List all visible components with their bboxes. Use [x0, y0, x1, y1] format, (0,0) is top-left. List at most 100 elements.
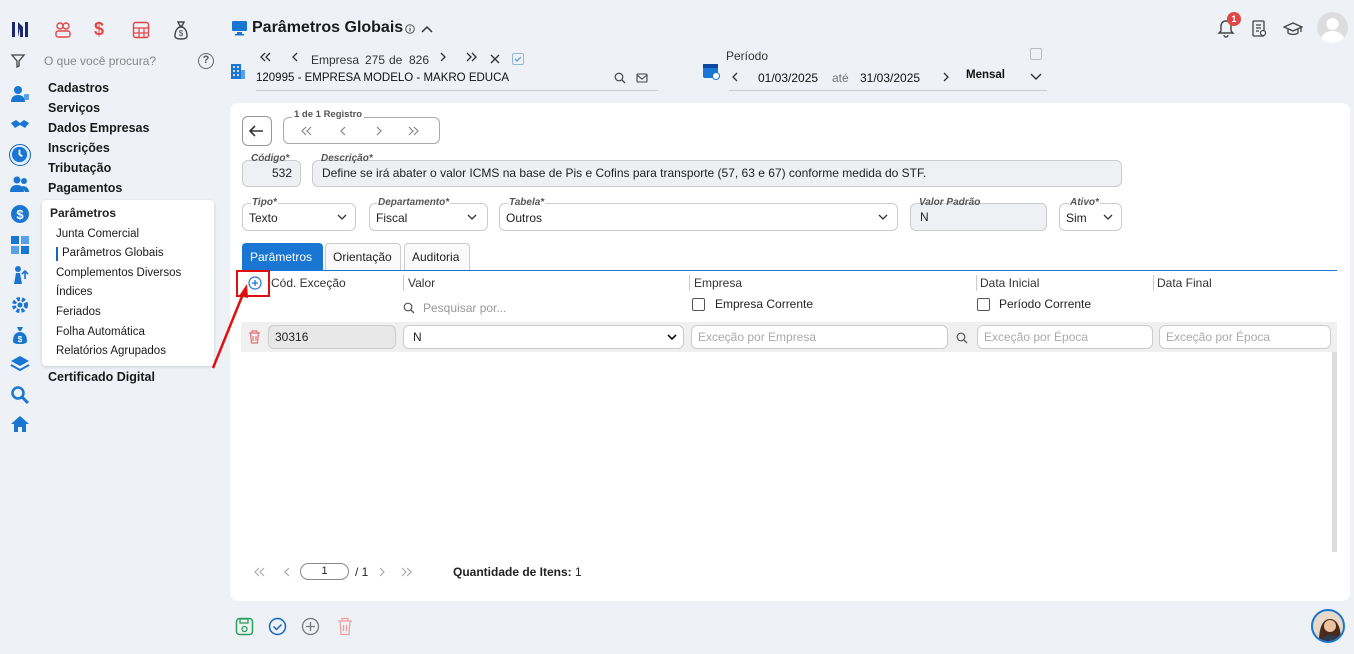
support-avatar[interactable]: [1311, 609, 1345, 643]
save-icon[interactable]: [235, 617, 254, 636]
menu-search-input[interactable]: O que você procura?: [44, 54, 156, 68]
grid-icon[interactable]: [10, 235, 30, 255]
first-record-button[interactable]: [300, 126, 312, 136]
money-bag-icon[interactable]: $: [10, 325, 30, 345]
column-divider: [1153, 275, 1154, 291]
avatar[interactable]: [1317, 12, 1348, 43]
dollar-circle-icon[interactable]: $: [10, 204, 30, 224]
page-input[interactable]: 1: [300, 563, 349, 580]
scrollbar[interactable]: [1332, 352, 1337, 552]
data-final-input[interactable]: Exceção por Época: [1159, 325, 1331, 349]
submenu-item-relatorios-agrupados[interactable]: Relatórios Agrupados: [56, 345, 166, 357]
people-icon[interactable]: [54, 21, 72, 39]
confirm-icon[interactable]: [268, 617, 287, 636]
prev-period-button[interactable]: [731, 72, 739, 82]
col-data-final[interactable]: Data Final: [1157, 276, 1212, 290]
menu-item-pagamentos[interactable]: Pagamentos: [48, 181, 122, 195]
company-current[interactable]: 275: [365, 53, 385, 67]
close-icon[interactable]: [490, 54, 500, 64]
users-icon[interactable]: [10, 175, 30, 195]
clock-icon[interactable]: [9, 144, 31, 166]
money-bag-outline-icon[interactable]: $: [172, 20, 190, 40]
company-name: 120995 - EMPRESA MODELO - MAKRO EDUCA: [256, 72, 510, 84]
tab-orientacao[interactable]: Orientação: [325, 243, 401, 270]
last-record-button[interactable]: [408, 126, 420, 136]
col-data-inicial[interactable]: Data Inicial: [980, 276, 1039, 290]
submenu-item-folha-automatica[interactable]: Folha Automática: [56, 326, 145, 338]
data-inicial-input[interactable]: Exceção por Época: [977, 325, 1153, 349]
submenu-item-junta-comercial[interactable]: Junta Comercial: [56, 228, 139, 240]
menu-item-dados-empresas[interactable]: Dados Empresas: [48, 121, 149, 135]
graduation-cap-icon[interactable]: [1283, 21, 1303, 37]
next-company-button[interactable]: [439, 52, 447, 62]
submenu-item-feriados[interactable]: Feriados: [56, 306, 101, 318]
logo-icon[interactable]: [10, 19, 30, 39]
first-company-button[interactable]: [259, 52, 271, 62]
period-start[interactable]: 01/03/2025: [758, 71, 818, 85]
col-empresa[interactable]: Empresa: [694, 276, 742, 290]
add-icon[interactable]: [301, 617, 320, 636]
search-icon[interactable]: [10, 385, 30, 405]
menu-item-tributacao[interactable]: Tributação: [48, 161, 111, 175]
chevron-down-icon[interactable]: [1030, 73, 1042, 81]
col-valor[interactable]: Valor: [408, 276, 435, 290]
menu-item-servicos[interactable]: Serviços: [48, 101, 100, 115]
empresa-exception-input[interactable]: Exceção por Empresa: [691, 325, 948, 349]
gear-icon[interactable]: [10, 295, 30, 315]
prev-record-button[interactable]: [339, 126, 347, 136]
periodo-corrente-checkbox[interactable]: [977, 298, 990, 311]
next-page-button[interactable]: [378, 567, 386, 577]
report-icon[interactable]: [1251, 20, 1267, 38]
period-end[interactable]: 31/03/2025: [860, 71, 920, 85]
home-icon[interactable]: [10, 415, 30, 435]
period-checkbox[interactable]: [1030, 48, 1042, 60]
last-company-button[interactable]: [466, 52, 478, 62]
delete-icon[interactable]: [337, 617, 353, 636]
empresa-corrente-checkbox[interactable]: [692, 298, 705, 311]
submenu-item-indices[interactable]: Índices: [56, 286, 92, 298]
tabela-select[interactable]: [499, 203, 898, 231]
codigo-value: 532: [272, 166, 293, 180]
col-cod-excecao[interactable]: Cód. Exceção: [271, 276, 346, 290]
notification-badge: 1: [1227, 12, 1241, 26]
next-period-button[interactable]: [942, 72, 950, 82]
menu-item-inscricoes[interactable]: Inscrições: [48, 141, 110, 155]
period-underline: [729, 90, 1047, 91]
help-icon[interactable]: ?: [198, 53, 214, 69]
handshake-icon[interactable]: [10, 114, 30, 134]
info-icon[interactable]: [405, 24, 415, 34]
layers-icon[interactable]: [10, 355, 30, 375]
annotation-arrow-icon: [211, 284, 248, 369]
search-company-icon[interactable]: [614, 72, 626, 84]
submenu-item-parametros-globais[interactable]: Parâmetros Globais: [62, 247, 164, 259]
back-button[interactable]: [242, 116, 272, 146]
dollar-icon[interactable]: $: [94, 19, 104, 40]
valor-select[interactable]: N: [403, 325, 684, 349]
prev-page-button[interactable]: [283, 567, 291, 577]
menu-item-cadastros[interactable]: Cadastros: [48, 81, 109, 95]
last-page-button[interactable]: [401, 567, 413, 577]
tab-auditoria[interactable]: Auditoria: [404, 243, 470, 270]
descricao-label: Descrição*: [321, 153, 373, 164]
prev-company-button[interactable]: [291, 52, 299, 62]
next-record-button[interactable]: [375, 126, 383, 136]
record-navigator: [283, 117, 440, 144]
first-page-button[interactable]: [253, 567, 265, 577]
calculator-icon[interactable]: [132, 21, 150, 39]
filter-icon[interactable]: [10, 53, 30, 73]
submenu-item-complementos-diversos[interactable]: Complementos Diversos: [56, 267, 181, 279]
grid-search-input[interactable]: Pesquisar por...: [423, 301, 506, 315]
cod-excecao-input[interactable]: 30316: [268, 325, 396, 349]
period-mode-select[interactable]: Mensal: [966, 69, 1005, 81]
menu-item-certificado-digital[interactable]: Certificado Digital: [48, 370, 155, 384]
chevron-up-icon[interactable]: [421, 25, 433, 33]
mail-icon[interactable]: [636, 72, 648, 83]
contacts-icon[interactable]: [10, 84, 30, 104]
person-up-icon[interactable]: [10, 265, 30, 285]
submenu-title[interactable]: Parâmetros: [50, 206, 116, 220]
company-checkbox[interactable]: [512, 53, 524, 65]
tab-parametros[interactable]: Parâmetros: [242, 243, 323, 270]
tab-underline: [241, 270, 1337, 271]
chevron-down-icon: [467, 214, 477, 220]
search-empresa-icon[interactable]: [956, 332, 968, 344]
